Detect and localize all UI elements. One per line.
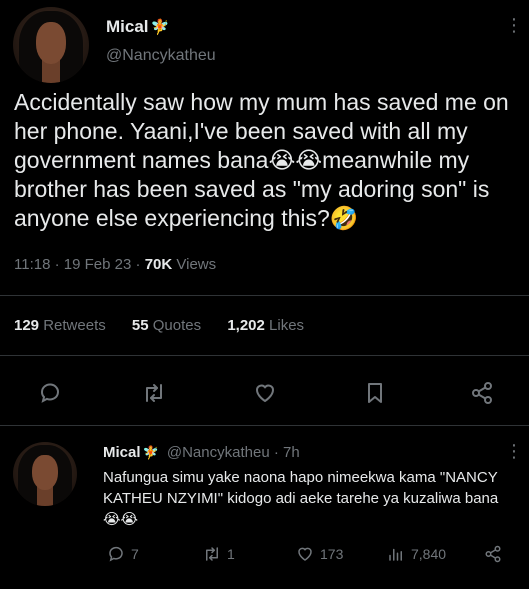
meta-separator: · (54, 256, 64, 273)
bar-chart-icon (389, 548, 402, 561)
likes-count[interactable]: 1,202 (227, 317, 265, 334)
meta-separator: · (135, 256, 145, 273)
reply-name-emoji: 🧚 (142, 446, 159, 461)
more-vertical-icon[interactable]: ⋮ (505, 16, 523, 34)
quotes-count[interactable]: 55 (132, 317, 149, 334)
heart-icon (298, 547, 312, 561)
retweets-count[interactable]: 129 (14, 317, 39, 334)
tweet-stats: 129 Retweets 55 Quotes 1,202 Likes (14, 317, 326, 334)
reply-views-count: 7,840 (411, 546, 447, 562)
retweets-label[interactable]: Retweets (43, 317, 106, 334)
reply-author-name[interactable]: Mical (103, 444, 141, 461)
reply-avatar[interactable] (13, 442, 77, 506)
views-label: Views (176, 256, 217, 273)
more-vertical-icon[interactable]: ⋮ (505, 442, 523, 460)
reply-retweet-button[interactable]: 1 (203, 545, 235, 563)
reply-likes-count: 173 (320, 546, 344, 562)
speech-bubble-icon (40, 383, 59, 403)
avatar-face (32, 454, 58, 490)
divider (0, 425, 529, 426)
author-name[interactable]: Mical 🧚 (106, 17, 169, 37)
author-name-emoji: 🧚 (150, 18, 170, 36)
author-name-text: Mical (106, 17, 149, 36)
views-count: 70K (144, 256, 173, 273)
likes-label[interactable]: Likes (269, 317, 304, 334)
bookmark-button[interactable] (358, 376, 392, 410)
reply-button[interactable] (33, 376, 67, 410)
divider (0, 295, 529, 296)
reply-views-button[interactable]: 7,840 (387, 545, 446, 563)
reply-age[interactable]: 7h (283, 444, 300, 461)
tweet-meta: 11:18 · 19 Feb 23 · 70K Views (14, 256, 216, 273)
reply-header: Mical 🧚 @Nancykatheu · 7h (103, 444, 300, 461)
speech-bubble-icon (109, 546, 123, 562)
author-avatar[interactable] (13, 7, 89, 83)
reply-text: Nafungua simu yake naona hapo nimeekwa k… (103, 469, 499, 528)
bookmark-icon (368, 383, 382, 403)
share-icon (472, 382, 492, 404)
reply-share-button[interactable] (484, 545, 502, 563)
reply-handle[interactable]: @Nancykatheu (167, 444, 270, 461)
divider (0, 355, 529, 356)
heart-icon (255, 384, 275, 403)
reply-retweets-count: 1 (227, 546, 235, 562)
tweet-date[interactable]: 19 Feb 23 (64, 256, 132, 273)
like-button[interactable] (248, 376, 282, 410)
avatar-face (35, 22, 67, 64)
share-icon (485, 545, 501, 563)
reply-like-button[interactable]: 173 (296, 545, 343, 563)
reply-replies-count: 7 (131, 546, 139, 562)
meta-separator: · (273, 444, 283, 461)
author-handle[interactable]: @Nancykatheu (106, 47, 216, 65)
retweet-arrows-icon (146, 384, 162, 402)
tweet-time[interactable]: 11:18 (14, 256, 50, 273)
reply-reply-button[interactable]: 7 (107, 545, 139, 563)
retweet-arrows-icon (206, 547, 218, 561)
tweet-text: Accidentally saw how my mum has saved me… (14, 89, 509, 231)
quotes-label[interactable]: Quotes (153, 317, 201, 334)
retweet-button[interactable] (137, 376, 171, 410)
share-button[interactable] (465, 376, 499, 410)
